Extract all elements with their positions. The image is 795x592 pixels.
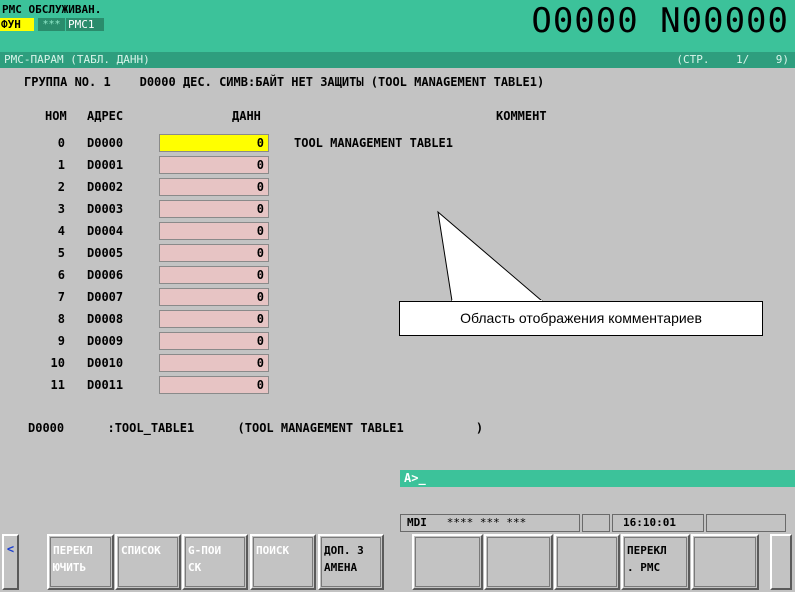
data-cell[interactable]: 0 bbox=[159, 200, 269, 218]
group-info: ГРУППА NO. 1 D0000 ДЕС. СИМВ:БАЙТ НЕТ ЗА… bbox=[24, 75, 545, 89]
data-cell[interactable]: 0 bbox=[159, 310, 269, 328]
softkey-g-search[interactable]: G-ПОИ СК bbox=[182, 534, 248, 590]
function-indicator: ФУН bbox=[0, 18, 34, 31]
status-stars: *** bbox=[38, 18, 65, 31]
data-cell[interactable]: 0 bbox=[159, 266, 269, 284]
softkey-extra-replace[interactable]: ДОП. З АМЕНА bbox=[318, 534, 384, 590]
softkey-label: G-ПОИ СК bbox=[188, 544, 222, 574]
data-cell[interactable]: 0 bbox=[159, 376, 269, 394]
row-comment[interactable]: TOOL MANAGEMENT TABLE1 bbox=[294, 136, 453, 150]
key-input-line[interactable]: A>_ bbox=[400, 470, 795, 487]
data-cell[interactable]: 0 bbox=[159, 332, 269, 350]
softkey-empty[interactable] bbox=[554, 534, 620, 590]
callout-pointer bbox=[437, 210, 544, 302]
status-empty bbox=[582, 514, 610, 532]
data-table-panel: ГРУППА NO. 1 D0000 ДЕС. СИМВ:БАЙТ НЕТ ЗА… bbox=[0, 68, 795, 440]
softkey-label: ПОИСК bbox=[256, 544, 290, 557]
row-number: 8 bbox=[57, 312, 65, 326]
row-address: D0003 bbox=[87, 202, 124, 216]
row-address: D0007 bbox=[87, 290, 124, 304]
row-number: 6 bbox=[57, 268, 65, 282]
data-cell[interactable]: 0 bbox=[159, 354, 269, 372]
row-address: D0002 bbox=[87, 180, 124, 194]
softkey-label: СПИСОК bbox=[121, 544, 161, 557]
column-header-address: АДРЕС bbox=[87, 109, 124, 123]
mode-status: MDI **** *** *** bbox=[400, 514, 580, 532]
softkey-search[interactable]: ПОИСК bbox=[250, 534, 316, 590]
softkey-switch[interactable]: ПЕРЕКЛ ЮЧИТЬ bbox=[47, 534, 114, 590]
row-number: 4 bbox=[57, 224, 65, 238]
status-flags: **** *** *** bbox=[446, 516, 527, 529]
row-address: D0000 bbox=[87, 136, 124, 150]
softkey-empty[interactable] bbox=[412, 534, 483, 590]
softkey-empty[interactable] bbox=[691, 534, 759, 590]
row-address: D0005 bbox=[87, 246, 124, 260]
row-number: 5 bbox=[57, 246, 65, 260]
column-header-data: ДАНН bbox=[232, 109, 261, 123]
row-address: D0004 bbox=[87, 224, 124, 238]
row-address: D0010 bbox=[87, 356, 124, 370]
page-indicator: (СТР. 1/ 9) bbox=[676, 53, 789, 66]
row-number: 0 bbox=[57, 136, 65, 150]
row-address: D0011 bbox=[87, 378, 124, 392]
softkey-switch-pmc[interactable]: ПЕРЕКЛ . PMC bbox=[621, 534, 690, 590]
comment-area-callout: Область отображения комментариев bbox=[399, 301, 763, 336]
status-empty bbox=[706, 514, 786, 532]
program-number: O0000 N00000 bbox=[531, 1, 789, 41]
softkey-empty[interactable] bbox=[484, 534, 553, 590]
data-cell[interactable]: 0 bbox=[159, 244, 269, 262]
data-cell-selected[interactable]: 0 bbox=[159, 134, 269, 152]
screen-title: PMC ОБСЛУЖИВАН. bbox=[2, 3, 102, 16]
screen-titlebar: PMC-ПАРАМ (ТАБЛ. ДАНН) (СТР. 1/ 9) bbox=[0, 52, 795, 68]
row-number: 10 bbox=[50, 356, 65, 370]
softkey-label: ПЕРЕКЛ ЮЧИТЬ bbox=[53, 544, 93, 574]
row-number: 2 bbox=[57, 180, 65, 194]
row-number: 1 bbox=[57, 158, 65, 172]
row-number: 3 bbox=[57, 202, 65, 216]
mode-label: MDI bbox=[407, 516, 427, 529]
header-bar: PMC ОБСЛУЖИВАН. ФУН *** PMC1 O0000 N0000… bbox=[0, 0, 795, 52]
data-cell[interactable]: 0 bbox=[159, 222, 269, 240]
data-cell[interactable]: 0 bbox=[159, 156, 269, 174]
data-cell[interactable]: 0 bbox=[159, 178, 269, 196]
clock: 16:10:01 bbox=[612, 514, 704, 532]
row-address: D0001 bbox=[87, 158, 124, 172]
row-number: 11 bbox=[50, 378, 65, 392]
softkey-list[interactable]: СПИСОК bbox=[115, 534, 181, 590]
pmc-path-label: PMC1 bbox=[66, 18, 104, 31]
column-header-num: НОМ bbox=[45, 109, 67, 123]
lower-panel: A>_ MDI **** *** *** 16:10:01 < ПЕРЕКЛ Ю… bbox=[0, 440, 795, 592]
data-cell[interactable]: 0 bbox=[159, 288, 269, 306]
row-address: D0008 bbox=[87, 312, 124, 326]
softkey-label: ПЕРЕКЛ . PMC bbox=[627, 544, 667, 574]
screen-subtitle: PMC-ПАРАМ (ТАБЛ. ДАНН) bbox=[4, 53, 150, 66]
row-address: D0006 bbox=[87, 268, 124, 282]
softkey-prev[interactable]: < bbox=[2, 534, 19, 590]
selected-item-info: D0000 :TOOL_TABLE1 (TOOL MANAGEMENT TABL… bbox=[28, 421, 484, 435]
column-header-comment: КОММЕНТ bbox=[496, 109, 547, 123]
softkey-label: ДОП. З АМЕНА bbox=[324, 544, 364, 574]
row-address: D0009 bbox=[87, 334, 124, 348]
softkey-next[interactable] bbox=[770, 534, 792, 590]
row-number: 7 bbox=[57, 290, 65, 304]
row-number: 9 bbox=[57, 334, 65, 348]
